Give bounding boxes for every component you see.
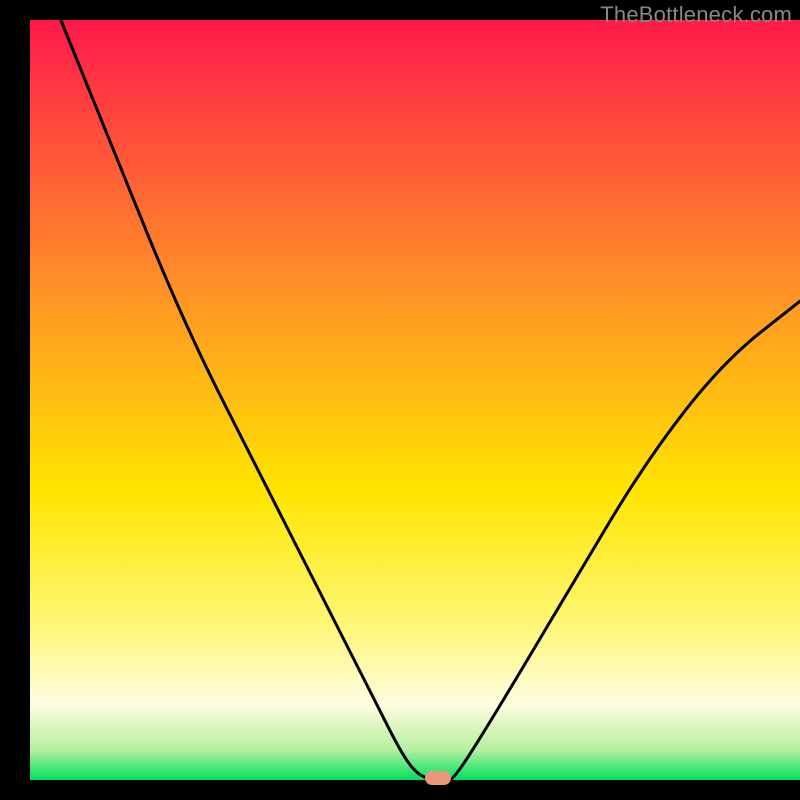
chart-svg xyxy=(0,0,800,800)
watermark-text: TheBottleneck.com xyxy=(600,2,792,28)
chart-container: TheBottleneck.com xyxy=(0,0,800,800)
plot-area xyxy=(30,20,800,780)
minimum-marker xyxy=(425,771,451,785)
